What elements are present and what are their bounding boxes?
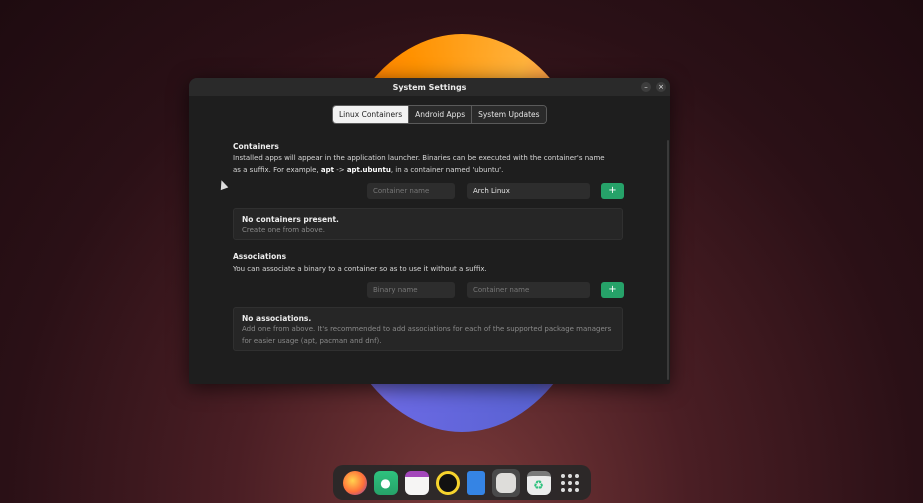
notes-icon[interactable] xyxy=(466,470,485,495)
music-player-icon[interactable] xyxy=(435,470,460,495)
app-grid-icon[interactable] xyxy=(558,471,582,495)
window-title: System Settings xyxy=(392,82,467,92)
containers-empty-title: No containers present. xyxy=(242,215,339,224)
distro-select[interactable]: Arch Linux xyxy=(467,183,590,199)
toggle-icon xyxy=(495,472,516,493)
associations-empty-subtitle: Add one from above. It's recommended to … xyxy=(242,325,612,345)
calendar-icon[interactable] xyxy=(404,470,429,495)
tab-linux-containers[interactable]: Linux Containers xyxy=(333,106,410,123)
containers-empty-subtitle: Create one from above. xyxy=(242,226,325,234)
add-container-button[interactable]: + xyxy=(601,183,624,199)
tab-android-apps[interactable]: Android Apps xyxy=(409,106,473,123)
associations-heading: Associations xyxy=(233,252,287,261)
minimize-button[interactable]: – xyxy=(641,82,651,92)
titlebar: System Settings – × xyxy=(189,78,670,96)
firefox-icon[interactable] xyxy=(342,470,367,495)
tab-system-updates[interactable]: System Updates xyxy=(472,106,546,123)
containers-description: Installed apps will appear in the applic… xyxy=(233,154,605,174)
software-store-icon[interactable]: ● xyxy=(373,470,398,495)
dock: ● ♻ xyxy=(333,465,591,500)
tab-bar: Linux Containers Android Apps System Upd… xyxy=(332,105,547,124)
settings-app-icon[interactable] xyxy=(491,468,520,497)
binary-name-input[interactable]: Binary name xyxy=(367,282,455,298)
system-settings-window: System Settings – × Linux Containers And… xyxy=(189,78,670,384)
add-association-button[interactable]: + xyxy=(601,282,624,298)
associations-description: You can associate a binary to a containe… xyxy=(233,265,487,273)
close-button[interactable]: × xyxy=(656,82,666,92)
containers-empty-panel: No containers present. Create one from a… xyxy=(233,208,623,240)
association-container-input[interactable]: Container name xyxy=(467,282,590,298)
recycle-bin-icon[interactable]: ♻ xyxy=(526,470,551,495)
scrollbar[interactable] xyxy=(667,140,669,380)
container-name-input[interactable]: Container name xyxy=(367,183,455,199)
associations-empty-panel: No associations. Add one from above. It'… xyxy=(233,307,623,351)
associations-empty-title: No associations. xyxy=(242,314,312,323)
containers-heading: Containers xyxy=(233,142,279,151)
